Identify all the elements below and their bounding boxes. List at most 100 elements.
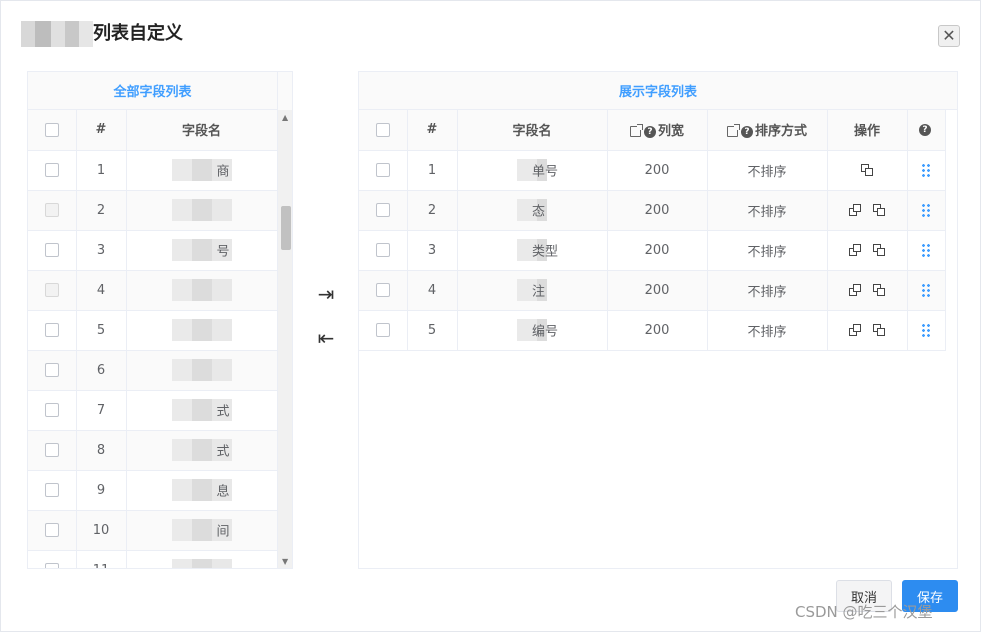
drag-handle-icon[interactable]	[921, 283, 931, 297]
table-row[interactable]: 5	[28, 310, 278, 351]
select-all-checkbox-cell[interactable]	[28, 110, 77, 151]
display-select-all-cell[interactable]	[359, 110, 408, 151]
row-checkbox-cell[interactable]	[28, 150, 77, 191]
row-checkbox-cell[interactable]	[28, 550, 77, 568]
move-down-icon[interactable]	[873, 324, 885, 336]
drag-handle-icon[interactable]	[921, 203, 931, 217]
column-width-value[interactable]: 200	[607, 230, 708, 271]
help-icon[interactable]: ?	[643, 125, 656, 138]
move-down-icon[interactable]	[873, 204, 885, 216]
row-checkbox[interactable]	[44, 203, 59, 217]
field-name-redacted	[171, 279, 232, 301]
table-row[interactable]: 7式	[28, 390, 278, 431]
drag-handle-icon[interactable]	[921, 163, 931, 177]
drag-handle-cell[interactable]	[907, 190, 946, 231]
move-to-left-button[interactable]: ⇤	[312, 326, 340, 350]
column-width-value[interactable]: 200	[607, 310, 708, 351]
row-checkbox[interactable]	[44, 363, 59, 377]
row-index: 4	[407, 270, 458, 311]
row-checkbox[interactable]	[44, 483, 59, 497]
display-select-all-checkbox[interactable]	[375, 122, 390, 137]
row-checkbox[interactable]	[44, 403, 59, 417]
row-checkbox[interactable]	[375, 323, 390, 337]
sort-mode-value[interactable]: 不排序	[707, 270, 828, 311]
field-name-suffix: 态	[532, 204, 546, 220]
table-row[interactable]: 11	[28, 550, 278, 568]
field-name-suffix: 息	[216, 484, 230, 500]
drag-handle-icon[interactable]	[921, 243, 931, 257]
sort-mode-value[interactable]: 不排序	[707, 310, 828, 351]
table-row[interactable]: 1商	[28, 150, 278, 191]
row-checkbox[interactable]	[44, 443, 59, 457]
row-checkbox[interactable]	[44, 283, 59, 297]
row-checkbox[interactable]	[375, 163, 390, 177]
drag-handle-cell[interactable]	[907, 150, 946, 191]
help-icon[interactable]: ?	[740, 125, 753, 138]
column-width-value[interactable]: 200	[607, 190, 708, 231]
row-checkbox-cell[interactable]	[359, 310, 408, 351]
row-checkbox-cell[interactable]	[28, 510, 77, 551]
table-row[interactable]: 8式	[28, 430, 278, 471]
table-row[interactable]: 5 编号 200 不排序	[359, 310, 946, 351]
row-checkbox-cell[interactable]	[359, 230, 408, 271]
row-checkbox[interactable]	[44, 523, 59, 537]
drag-handle-cell[interactable]	[907, 230, 946, 271]
row-checkbox-cell[interactable]	[28, 470, 77, 511]
row-checkbox-cell[interactable]	[28, 390, 77, 431]
row-checkbox-cell[interactable]	[28, 270, 77, 311]
sort-mode-value[interactable]: 不排序	[707, 150, 828, 191]
sort-mode-value[interactable]: 不排序	[707, 190, 828, 231]
select-all-checkbox[interactable]	[44, 122, 59, 137]
table-row[interactable]: 6	[28, 350, 278, 391]
drag-handle-cell[interactable]	[907, 270, 946, 311]
table-row[interactable]: 3号	[28, 230, 278, 271]
close-button[interactable]: ✕	[938, 25, 960, 47]
row-checkbox[interactable]	[44, 243, 59, 257]
table-row[interactable]: 3 类型 200 不排序	[359, 230, 946, 271]
row-checkbox-cell[interactable]	[28, 310, 77, 351]
column-width-value[interactable]: 200	[607, 150, 708, 191]
left-scrollbar[interactable]: ▲ ▼	[277, 110, 292, 568]
field-name-suffix: 式	[216, 404, 230, 420]
scroll-thumb[interactable]	[281, 206, 291, 250]
row-checkbox-cell[interactable]	[359, 270, 408, 311]
edit-icon[interactable]	[726, 124, 740, 138]
move-down-icon[interactable]	[873, 244, 885, 256]
move-up-icon[interactable]	[849, 204, 861, 216]
edit-icon[interactable]	[629, 124, 643, 138]
move-up-icon[interactable]	[849, 324, 861, 336]
scroll-up-arrow-icon[interactable]: ▲	[282, 114, 288, 122]
row-checkbox[interactable]	[375, 283, 390, 297]
row-checkbox[interactable]	[375, 243, 390, 257]
row-checkbox-cell[interactable]	[28, 230, 77, 271]
move-up-icon[interactable]	[849, 244, 861, 256]
row-checkbox[interactable]	[44, 163, 59, 177]
row-checkbox-cell[interactable]	[359, 190, 408, 231]
table-row[interactable]: 10 间	[28, 510, 278, 551]
move-up-icon[interactable]	[849, 284, 861, 296]
row-checkbox[interactable]	[44, 563, 59, 568]
row-index: 7	[76, 390, 127, 431]
table-row[interactable]: 2 态 200 不排序	[359, 190, 946, 231]
sort-mode-value[interactable]: 不排序	[707, 230, 828, 271]
drag-handle-icon[interactable]	[921, 323, 931, 337]
help-icon[interactable]: ?	[919, 123, 931, 136]
move-to-right-button[interactable]: ⇥	[312, 282, 340, 306]
drag-handle-cell[interactable]	[907, 310, 946, 351]
row-checkbox-cell[interactable]	[28, 430, 77, 471]
move-down-icon[interactable]	[873, 284, 885, 296]
table-row[interactable]: 2	[28, 190, 278, 231]
move-down-icon[interactable]	[861, 164, 873, 176]
sort-header-label: 排序方式	[754, 124, 807, 140]
row-checkbox-cell[interactable]	[28, 350, 77, 391]
table-row[interactable]: 4	[28, 270, 278, 311]
row-checkbox-cell[interactable]	[28, 190, 77, 231]
table-row[interactable]: 4 注 200 不排序	[359, 270, 946, 311]
table-row[interactable]: 9息	[28, 470, 278, 511]
row-checkbox[interactable]	[375, 203, 390, 217]
column-width-value[interactable]: 200	[607, 270, 708, 311]
table-row[interactable]: 1 单号 200 不排序	[359, 150, 946, 191]
scroll-down-arrow-icon[interactable]: ▼	[282, 558, 288, 566]
row-checkbox[interactable]	[44, 323, 59, 337]
row-checkbox-cell[interactable]	[359, 150, 408, 191]
